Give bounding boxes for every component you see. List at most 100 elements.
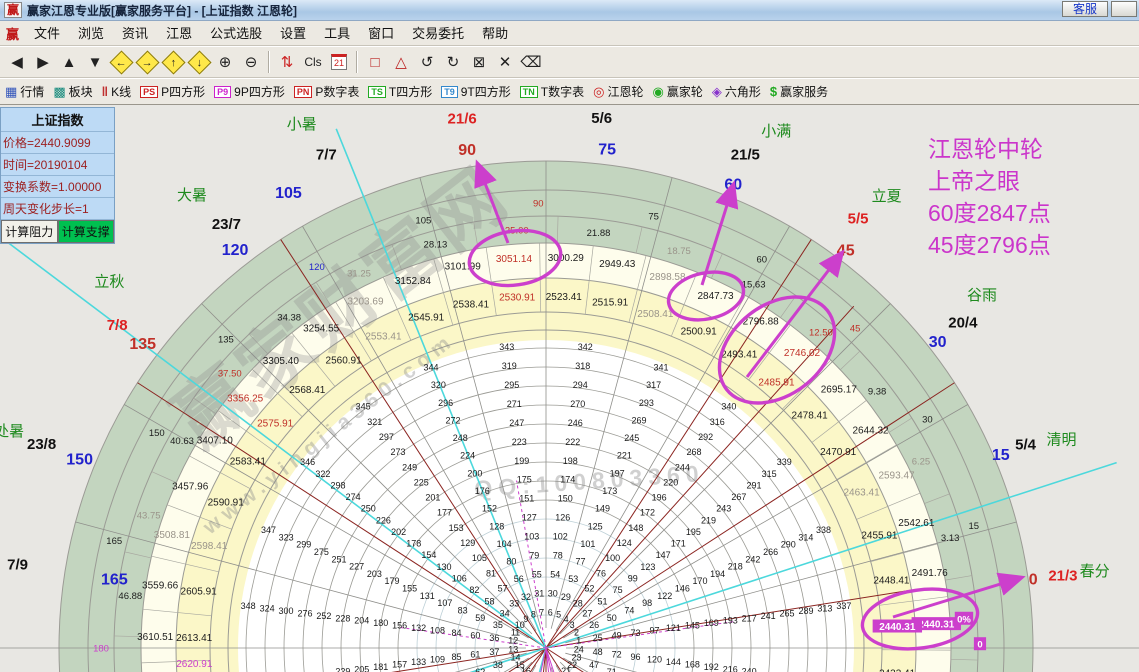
menu-item-公式选股[interactable]: 公式选股 [201, 24, 271, 43]
svg-text:220: 220 [663, 477, 678, 487]
outer-degree-label: 135 [129, 336, 156, 353]
view-p9-square-button[interactable]: P99P四方形 [214, 83, 285, 100]
view-p-number-button[interactable]: PNP数字表 [294, 83, 360, 100]
svg-text:48: 48 [593, 647, 603, 657]
nav-down-icon[interactable]: ▼ [82, 50, 108, 74]
svg-text:323: 323 [279, 532, 294, 542]
calendar-icon[interactable]: 21 [326, 50, 352, 74]
zoom-in-icon[interactable]: ⊕ [212, 50, 238, 74]
svg-text:291: 291 [747, 480, 762, 490]
square-tool-icon[interactable]: □ [362, 50, 388, 74]
menu-item-设置[interactable]: 设置 [271, 24, 315, 43]
menu-item-窗口[interactable]: 窗口 [359, 24, 403, 43]
svg-text:125: 125 [588, 521, 603, 531]
clipped-title-button[interactable] [1111, 1, 1137, 17]
view-t-number-button[interactable]: TNT数字表 [520, 83, 584, 100]
svg-text:269: 269 [632, 415, 647, 425]
svg-text:61: 61 [470, 649, 480, 659]
svg-text:108: 108 [430, 626, 445, 636]
svg-text:81: 81 [486, 568, 496, 578]
menu-item-文件[interactable]: 文件 [25, 24, 69, 43]
shift-right-icon[interactable]: → [134, 50, 160, 74]
svg-text:156: 156 [392, 621, 407, 631]
clear-icon[interactable]: ⌫ [518, 50, 544, 74]
select-box-icon[interactable]: ⊠ [466, 50, 492, 74]
price-inner-label: 2440.31 [879, 622, 916, 633]
price-outer-label: 2440.31 [918, 620, 955, 631]
menu-item-浏览[interactable]: 浏览 [69, 24, 113, 43]
cls-button[interactable]: Cls [300, 50, 326, 74]
svg-text:79: 79 [529, 550, 539, 560]
svg-text:75: 75 [613, 585, 623, 595]
svg-text:33: 33 [509, 599, 519, 609]
view-winner-service-button[interactable]: $赢家服务 [770, 83, 828, 100]
quote-grid-label: 行情 [20, 83, 44, 100]
view-p-square-button[interactable]: PSP四方形 [140, 83, 205, 100]
solar-term-label: 谷雨 [967, 287, 997, 304]
svg-text:292: 292 [698, 432, 713, 442]
customer-service-button[interactable]: 客服 [1062, 1, 1108, 17]
solar-term-label: 小满 [761, 123, 791, 140]
price-inner-label: 2478.41 [792, 410, 829, 421]
svg-text:56: 56 [514, 574, 524, 584]
price-inner-label: 2515.91 [592, 297, 629, 308]
shift-left-icon[interactable]: ← [108, 50, 134, 74]
svg-text:180: 180 [373, 618, 388, 628]
t-updown-icon[interactable]: ⇅ [274, 50, 300, 74]
svg-text:109: 109 [430, 654, 445, 664]
price-outer-label: 2644.32 [852, 425, 889, 436]
view-hexagon-button[interactable]: ◈六角形 [712, 83, 761, 100]
menu-item-资讯[interactable]: 资讯 [113, 24, 157, 43]
svg-text:3: 3 [570, 620, 575, 630]
titlebar: 赢 赢家江恩专业版[赢家服务平台] - [上证指数 江恩轮] 客服 [0, 0, 1139, 21]
nav-right-icon[interactable]: ▶ [30, 50, 56, 74]
calc-support-button[interactable]: 计算支撑 [58, 220, 115, 243]
price-inner-label: 2575.91 [257, 419, 294, 430]
svg-text:25: 25 [593, 633, 603, 643]
svg-text:178: 178 [406, 539, 421, 549]
calc-resistance-button[interactable]: 计算阻力 [1, 220, 58, 243]
svg-text:297: 297 [379, 432, 394, 442]
center-cross-icon[interactable]: ✕ [492, 50, 518, 74]
shift-up-icon[interactable]: ↑ [160, 50, 186, 74]
view-t9-square-button[interactable]: T99T四方形 [441, 83, 511, 100]
price-inner-label: 2620.91 [176, 659, 213, 670]
price-outer-label: 3457.96 [172, 481, 209, 492]
degree-label: 165 [106, 536, 122, 547]
view-gann-wheel-button[interactable]: ◎江恩轮 [593, 83, 643, 100]
view-winner-wheel-button[interactable]: ◉赢家轮 [652, 83, 702, 100]
svg-text:245: 245 [624, 433, 639, 443]
svg-text:241: 241 [761, 611, 776, 621]
svg-text:150: 150 [558, 494, 573, 504]
shift-down-icon[interactable]: ↓ [186, 50, 212, 74]
svg-text:16: 16 [521, 666, 531, 672]
view-quote-grid-button[interactable]: ▦行情 [5, 83, 44, 100]
svg-text:133: 133 [411, 657, 426, 667]
outer-degree-label: 75 [598, 142, 616, 159]
svg-text:27: 27 [582, 608, 592, 618]
rotate-ccw-icon[interactable]: ↺ [414, 50, 440, 74]
svg-text:340: 340 [721, 402, 736, 412]
svg-text:123: 123 [640, 562, 655, 572]
menu-item-帮助[interactable]: 帮助 [473, 24, 517, 43]
svg-text:339: 339 [777, 457, 792, 467]
price-inner-label: 2530.91 [499, 293, 536, 304]
svg-text:315: 315 [762, 469, 777, 479]
triangle-tool-icon[interactable]: △ [388, 50, 414, 74]
kline-icon: ‖ [102, 84, 108, 99]
zoom-out-icon[interactable]: ⊖ [238, 50, 264, 74]
rotate-cw-icon[interactable]: ↻ [440, 50, 466, 74]
svg-text:193: 193 [723, 616, 738, 626]
nav-up-icon[interactable]: ▲ [56, 50, 82, 74]
view-kline-button[interactable]: ‖K线 [102, 83, 131, 100]
menu-item-工具[interactable]: 工具 [315, 24, 359, 43]
view-blocks-button[interactable]: ▩板块 [53, 83, 92, 100]
svg-text:145: 145 [685, 621, 700, 631]
nav-left-icon[interactable]: ◀ [4, 50, 30, 74]
view-t-square-button[interactable]: TST四方形 [368, 83, 432, 100]
menu-item-江恩[interactable]: 江恩 [157, 24, 201, 43]
menu-item-交易委托[interactable]: 交易委托 [403, 24, 473, 43]
percent-label: 15.63 [742, 280, 766, 291]
price-inner-label: 2485.91 [758, 377, 795, 388]
svg-text:195: 195 [686, 527, 701, 537]
